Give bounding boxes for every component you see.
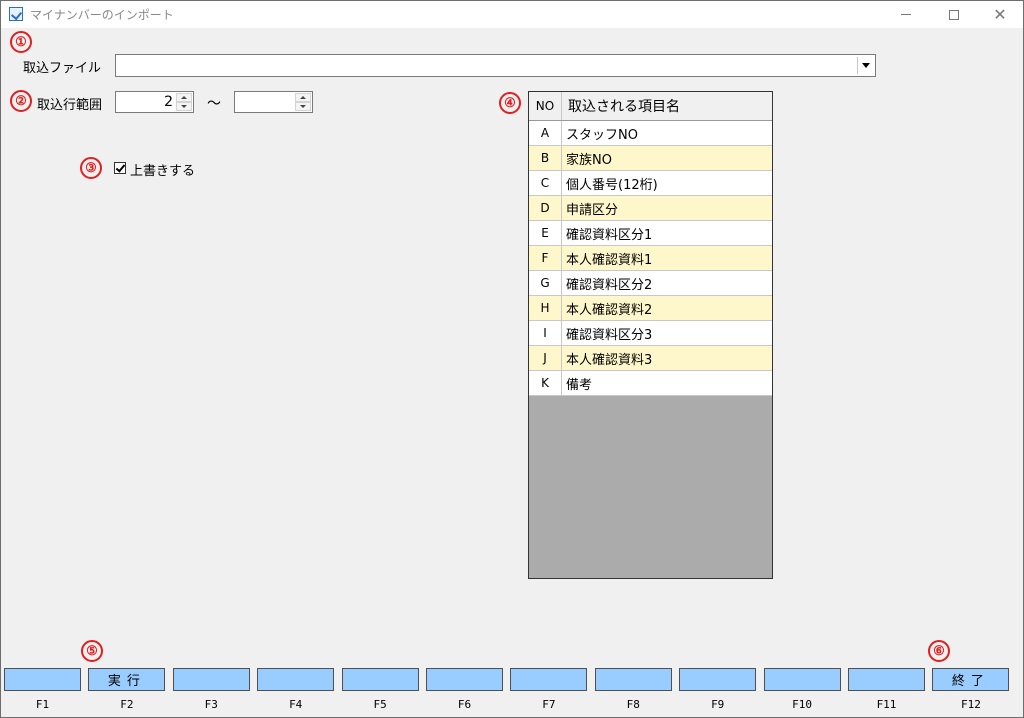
- fkey-label-f7: F7: [542, 698, 556, 711]
- grid-cell-no: H: [529, 296, 562, 320]
- grid-cell-no: J: [529, 346, 562, 370]
- grid-cell-no: I: [529, 321, 562, 345]
- grid-cell-name: スタッフNO: [566, 127, 638, 143]
- marker-4: ④: [499, 92, 521, 114]
- fkey-label-f12: F12: [960, 698, 981, 711]
- fkey-label-f9: F9: [711, 698, 725, 711]
- row-range-from-value: 2: [164, 94, 173, 110]
- fkey-button-f1[interactable]: [4, 668, 81, 691]
- import-window: マイナンバーのインポート ✕ ① 取込ファイル ② 取込行範囲 2 〜 ③ 上書…: [0, 0, 1024, 718]
- spin-buttons[interactable]: [176, 93, 192, 111]
- fkey-button-f6[interactable]: [426, 668, 503, 691]
- minimize-icon: [901, 14, 911, 15]
- grid-header-no: NO: [529, 92, 562, 120]
- grid-row[interactable]: J 本人確認資料3: [529, 346, 772, 371]
- fkey-button-f2[interactable]: 実行: [88, 668, 166, 691]
- spin-up-icon[interactable]: [176, 93, 192, 102]
- title-bar[interactable]: マイナンバーのインポート ✕: [1, 1, 1023, 28]
- grid-cell-name: 備考: [566, 377, 593, 393]
- grid-header-name: 取込される項目名: [568, 99, 680, 115]
- grid-cell-name: 個人番号(12桁): [566, 177, 658, 193]
- grid-cell-name: 本人確認資料3: [566, 352, 653, 368]
- close-button[interactable]: ✕: [977, 1, 1023, 28]
- fkey-label-f6: F6: [457, 698, 472, 711]
- grid-header-row: NO 取込される項目名: [529, 92, 772, 121]
- marker-3: ③: [80, 157, 102, 179]
- fkey-button-f4[interactable]: [257, 668, 335, 691]
- grid-cell-name: 確認資料区分2: [566, 277, 653, 293]
- grid-cell-no: E: [529, 221, 562, 245]
- spin-buttons[interactable]: [295, 93, 311, 111]
- grid-cell-name: 本人確認資料2: [566, 302, 653, 318]
- grid-cell-no: F: [529, 246, 562, 270]
- range-separator: 〜: [207, 96, 221, 112]
- grid-row[interactable]: B 家族NO: [529, 146, 772, 171]
- fkey-button-f9[interactable]: [679, 668, 757, 691]
- window-title: マイナンバーのインポート: [30, 8, 174, 22]
- grid-row[interactable]: A スタッフNO: [529, 121, 772, 146]
- grid-cell-no: A: [529, 121, 562, 145]
- fkey-button-f11[interactable]: [848, 668, 925, 691]
- marker-6: ⑥: [928, 640, 950, 662]
- grid-row[interactable]: D 申請区分: [529, 196, 772, 221]
- fkey-label-f11: F11: [876, 698, 897, 711]
- import-file-combo[interactable]: [115, 54, 876, 77]
- grid-cell-name: 本人確認資料1: [566, 252, 653, 268]
- app-icon: [9, 7, 23, 21]
- grid-row[interactable]: C 個人番号(12桁): [529, 171, 772, 196]
- fkey-button-f8[interactable]: [594, 668, 672, 691]
- maximize-icon: [949, 9, 959, 20]
- fkey-label-f4: F4: [289, 698, 303, 711]
- grid-cell-no: K: [529, 371, 562, 395]
- row-range-to-spinner[interactable]: [234, 91, 313, 113]
- spin-down-icon[interactable]: [295, 102, 311, 111]
- fkey-label-f5: F5: [373, 698, 387, 711]
- fkey-button-f10[interactable]: [763, 668, 841, 691]
- fkey-label-f8: F8: [626, 698, 640, 711]
- overwrite-label[interactable]: 上書きする: [130, 160, 195, 179]
- fkey-label-f10: F10: [792, 698, 813, 711]
- fkey-label-f3: F3: [204, 698, 218, 711]
- grid-row[interactable]: F 本人確認資料1: [529, 246, 772, 271]
- fkey-button-f7[interactable]: [510, 668, 588, 691]
- grid-row[interactable]: G 確認資料区分2: [529, 271, 772, 296]
- grid-cell-no: B: [529, 146, 562, 170]
- fkey-button-f3[interactable]: [172, 668, 250, 691]
- import-file-label: 取込ファイル: [23, 61, 102, 76]
- fkey-label-f1: F1: [35, 698, 50, 711]
- import-items-grid[interactable]: NO 取込される項目名 A スタッフNO B 家族NO C 個人番号(12桁) D 申請区分 E…: [528, 91, 773, 579]
- marker-5: ⑤: [81, 640, 103, 662]
- grid-cell-name: 家族NO: [566, 152, 612, 168]
- grid-row[interactable]: I 確認資料区分3: [529, 321, 772, 346]
- marker-1: ①: [10, 31, 32, 53]
- overwrite-checkbox[interactable]: [114, 162, 126, 174]
- maximize-button[interactable]: [931, 1, 977, 28]
- grid-row[interactable]: K 備考: [529, 371, 772, 396]
- grid-cell-no: C: [529, 171, 562, 195]
- fkey-label-f2: F2: [120, 698, 134, 711]
- grid-row[interactable]: H 本人確認資料2: [529, 296, 772, 321]
- grid-cell-name: 確認資料区分3: [566, 327, 653, 343]
- row-range-from-spinner[interactable]: 2: [115, 91, 194, 113]
- spin-down-icon[interactable]: [176, 102, 192, 111]
- row-range-label: 取込行範囲: [37, 98, 103, 113]
- grid-cell-name: 申請区分: [566, 202, 619, 218]
- minimize-button[interactable]: [883, 1, 929, 28]
- grid-cell-no: D: [529, 196, 562, 220]
- spin-up-icon[interactable]: [295, 93, 311, 102]
- fkey-button-f5[interactable]: [341, 668, 419, 691]
- close-icon: ✕: [993, 4, 1007, 24]
- marker-2: ②: [10, 90, 32, 112]
- grid-row[interactable]: E 確認資料区分1: [529, 221, 772, 246]
- fkey-button-f12[interactable]: 終了: [932, 668, 1010, 691]
- grid-cell-no: G: [529, 271, 562, 295]
- chevron-down-icon[interactable]: [857, 57, 873, 74]
- grid-cell-name: 確認資料区分1: [566, 227, 653, 243]
